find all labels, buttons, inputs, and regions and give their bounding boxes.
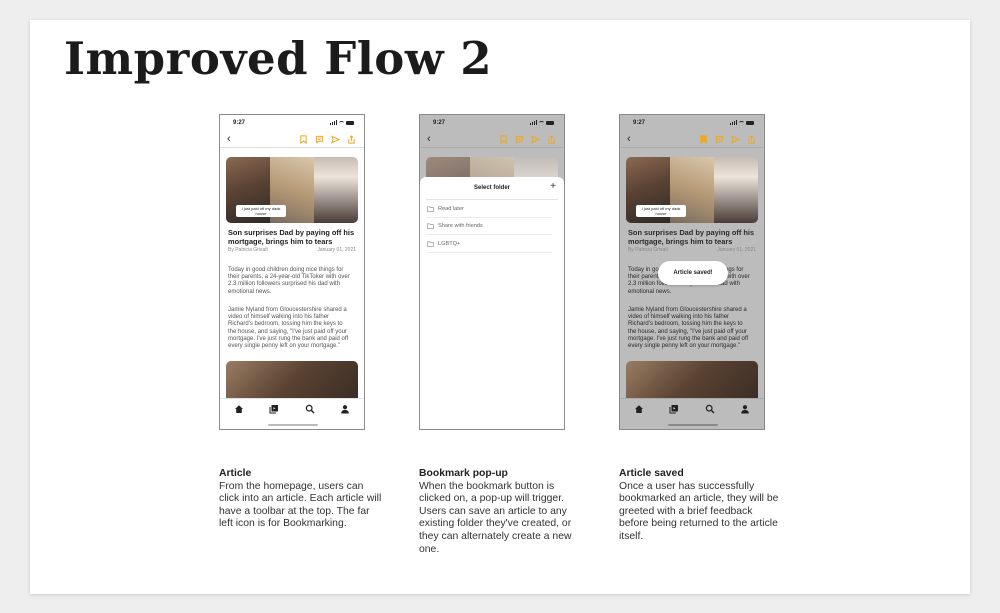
description-bookmark-popup: Bookmark pop-up When the bookmark button… [419, 468, 584, 556]
profile-icon[interactable] [340, 404, 350, 414]
send-icon[interactable] [331, 135, 340, 144]
bookmark-icon[interactable] [499, 135, 508, 144]
tab-bar [620, 398, 764, 429]
home-indicator [268, 424, 318, 426]
status-time: 9:27 [233, 120, 246, 126]
signal-icon [330, 120, 337, 125]
article-toolbar: ‹ [620, 133, 764, 148]
wifi-icon [339, 120, 344, 125]
tab-bar [220, 398, 364, 429]
phone-article: 9:27 ‹ I just paid off my dads house Son… [219, 114, 365, 430]
library-icon[interactable] [269, 404, 279, 414]
article-hero-image[interactable]: I just paid off my dads house [226, 157, 358, 223]
bookmark-icon[interactable] [699, 135, 708, 144]
article-paragraph: Today in good children doing nice things… [228, 267, 350, 295]
battery-icon [346, 120, 354, 125]
description-body: Once a user has successfully bookmarked … [619, 480, 779, 542]
chevron-left-icon[interactable]: ‹ [627, 132, 631, 146]
article-byline: By Patricia Grisafi [228, 247, 268, 253]
status-icons [530, 120, 554, 125]
search-icon[interactable] [305, 404, 315, 414]
description-body: From the homepage, users can click into … [219, 480, 382, 530]
article-date: January 01, 2021 [717, 247, 756, 253]
comment-icon[interactable] [315, 135, 324, 144]
status-bar: 9:27 [420, 119, 564, 129]
article-date: January 01, 2021 [317, 247, 356, 253]
folder-item-read-later[interactable]: Read later [427, 201, 552, 218]
library-icon[interactable] [669, 404, 679, 414]
article-paragraph: Jamie Nyland from Gloucestershire shared… [628, 307, 749, 350]
folder-icon [427, 223, 434, 229]
status-bar: 9:27 [220, 119, 364, 129]
share-icon[interactable] [747, 135, 756, 144]
battery-icon [546, 120, 554, 125]
article-hero-image[interactable]: I just paid off my dads house [626, 157, 758, 223]
chevron-left-icon[interactable]: ‹ [427, 132, 431, 146]
send-icon[interactable] [731, 135, 740, 144]
divider [426, 199, 558, 200]
status-time: 9:27 [633, 120, 646, 126]
article-second-image [626, 361, 758, 401]
phone-bookmark-popup: 9:27 ‹ Select folder + Read later Share … [419, 114, 565, 430]
bookmark-icon[interactable] [299, 135, 308, 144]
folder-label: Read later [438, 206, 464, 212]
search-icon[interactable] [705, 404, 715, 414]
description-article: Article From the homepage, users can cli… [219, 468, 384, 531]
article-second-image [226, 361, 358, 401]
share-icon[interactable] [347, 135, 356, 144]
signal-icon [730, 120, 737, 125]
article-toolbar: ‹ [220, 133, 364, 148]
folder-item-share-with-friends[interactable]: Share with friends [427, 218, 552, 235]
folder-icon [427, 206, 434, 212]
battery-icon [746, 120, 754, 125]
description-title: Article [219, 468, 252, 479]
page-title: Improved Flow 2 [64, 32, 493, 85]
article-toolbar: ‹ [420, 133, 564, 148]
folder-item-lgbtq[interactable]: LGBTQ+ [427, 236, 552, 253]
description-title: Article saved [619, 468, 684, 479]
home-icon[interactable] [234, 404, 244, 414]
home-indicator [668, 424, 718, 426]
video-caption-sticker: I just paid off my dads house [236, 205, 286, 217]
wifi-icon [539, 120, 544, 125]
folder-label: Share with friends [438, 223, 483, 229]
chevron-left-icon[interactable]: ‹ [227, 132, 231, 146]
share-icon[interactable] [547, 135, 556, 144]
article-paragraph: Jamie Nyland from Gloucestershire shared… [228, 307, 349, 350]
home-icon[interactable] [634, 404, 644, 414]
description-article-saved: Article saved Once a user has successful… [619, 468, 784, 544]
article-headline: Son surprises Dad by paying off his mort… [228, 228, 355, 246]
status-icons [330, 120, 354, 125]
status-bar: 9:27 [620, 119, 764, 129]
folder-label: LGBTQ+ [438, 241, 461, 247]
profile-icon[interactable] [740, 404, 750, 414]
wifi-icon [739, 120, 744, 125]
select-folder-sheet: Select folder + Read later Share with fr… [420, 177, 564, 429]
send-icon[interactable] [531, 135, 540, 144]
new-folder-button[interactable]: + [550, 182, 556, 192]
comment-icon[interactable] [715, 135, 724, 144]
description-body: When the bookmark button is clicked on, … [419, 480, 572, 555]
video-caption-sticker: I just paid off my dads house [636, 205, 686, 217]
signal-icon [530, 120, 537, 125]
article-saved-toast: Article saved! [658, 261, 728, 285]
folder-icon [427, 241, 434, 247]
article-headline: Son surprises Dad by paying off his mort… [628, 228, 755, 246]
sheet-title: Select folder [473, 185, 510, 191]
phone-article-saved: 9:27 ‹ I just paid off my dads house Son… [619, 114, 765, 430]
status-icons [730, 120, 754, 125]
status-time: 9:27 [433, 120, 446, 126]
comment-icon[interactable] [515, 135, 524, 144]
description-title: Bookmark pop-up [419, 468, 508, 479]
article-byline: By Patricia Grisafi [628, 247, 668, 253]
